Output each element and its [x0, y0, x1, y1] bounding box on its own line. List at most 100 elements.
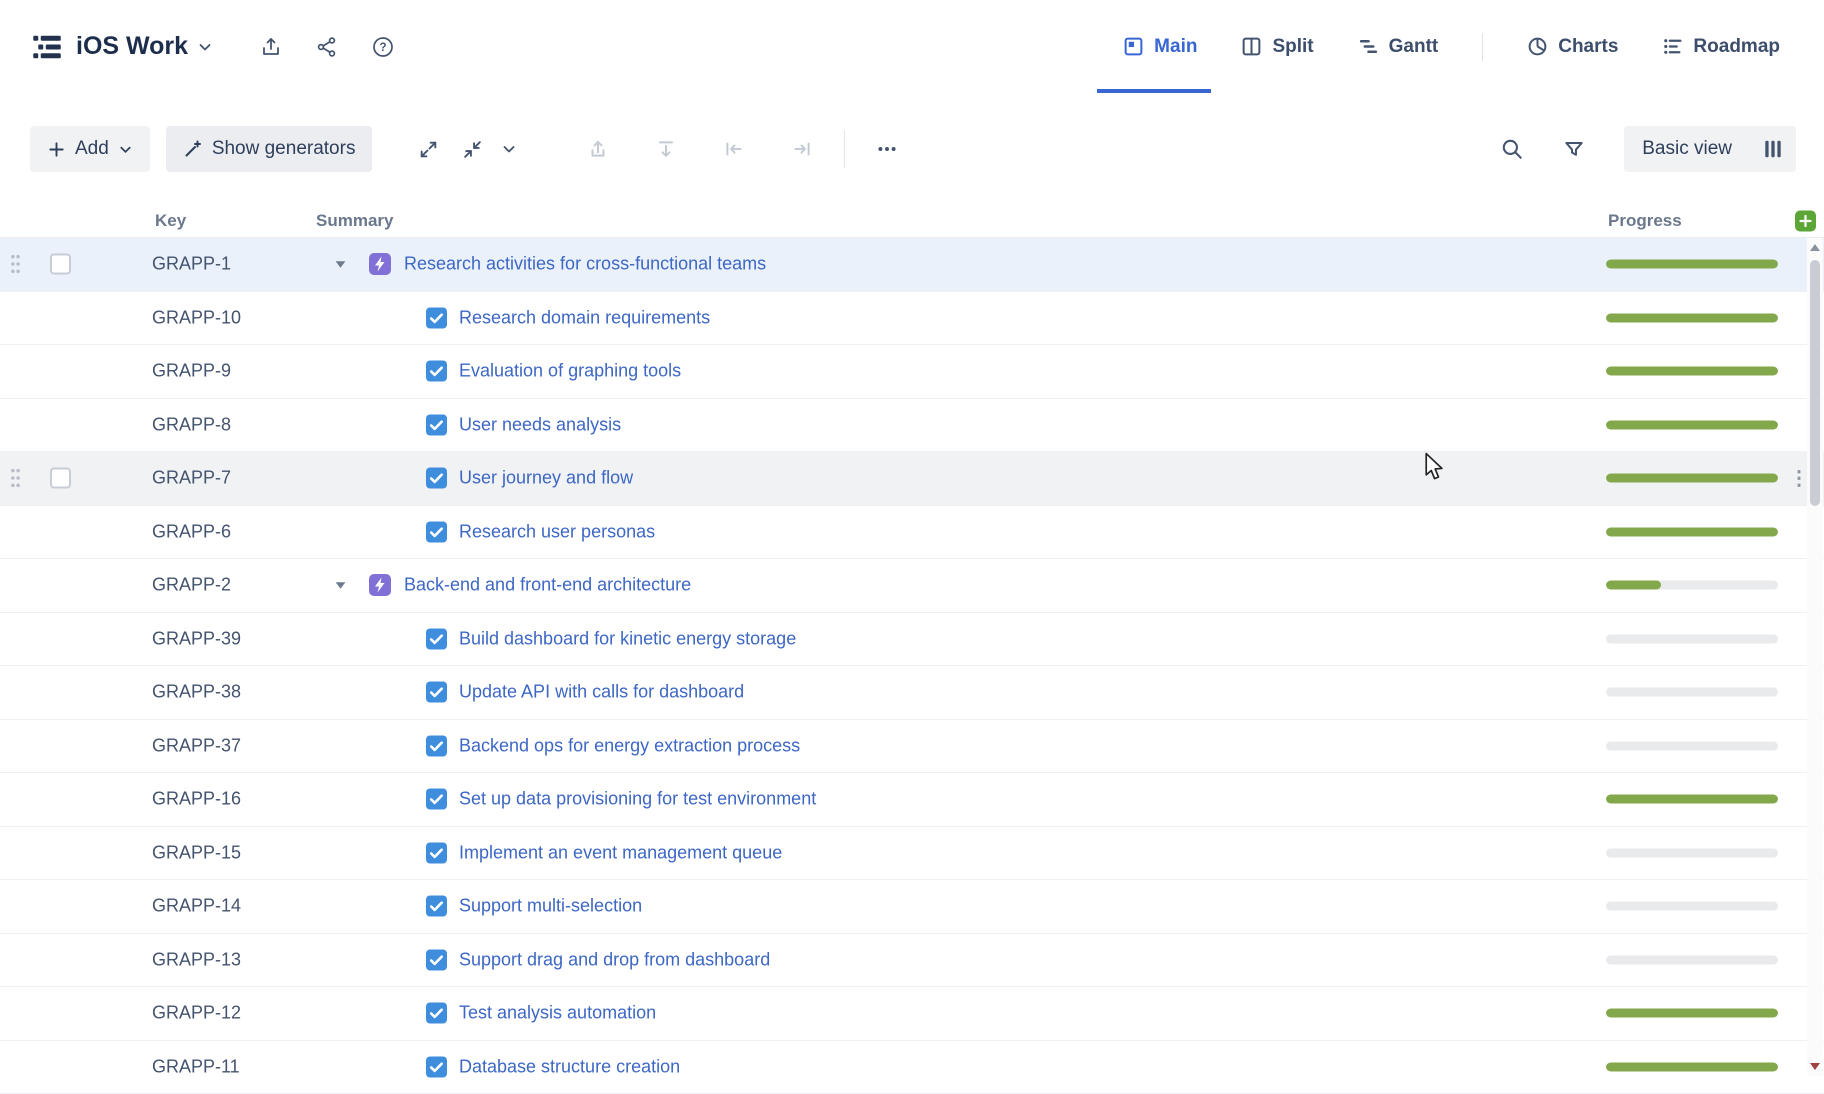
move-down-button[interactable] — [644, 127, 688, 171]
task-status-checkbox[interactable] — [426, 1003, 447, 1024]
issue-summary-link[interactable]: Back-end and front-end architecture — [404, 575, 691, 596]
issue-summary-link[interactable]: Implement an event management queue — [459, 842, 782, 863]
add-column-button[interactable] — [1795, 211, 1816, 232]
scroll-down-arrow-icon[interactable] — [1810, 1063, 1820, 1070]
issue-key[interactable]: GRAPP-6 — [152, 521, 231, 542]
help-button[interactable]: ? — [363, 27, 403, 67]
drag-handle-icon[interactable] — [9, 253, 22, 276]
issue-key[interactable]: GRAPP-16 — [152, 789, 241, 810]
task-status-checkbox[interactable] — [426, 414, 447, 435]
task-status-checkbox[interactable] — [426, 361, 447, 382]
tab-roadmap[interactable]: Roadmap — [1662, 0, 1780, 93]
issue-summary-link[interactable]: User journey and flow — [459, 468, 633, 489]
add-button[interactable]: Add — [30, 126, 150, 172]
row-options-icon[interactable]: ⋮ — [1789, 466, 1809, 491]
vertical-scrollbar[interactable] — [1807, 238, 1823, 1076]
tab-charts[interactable]: Charts — [1527, 0, 1618, 93]
table-row[interactable]: GRAPP-38 Update API with calls for dashbo… — [0, 666, 1824, 720]
table-row[interactable]: GRAPP-37 Backend ops for energy extractio… — [0, 720, 1824, 774]
issue-summary-link[interactable]: Research activities for cross-functional… — [404, 254, 766, 275]
issue-summary-link[interactable]: Test analysis automation — [459, 1003, 656, 1024]
table-row[interactable]: GRAPP-11 Database structure creation — [0, 1041, 1824, 1094]
column-header-key[interactable]: Key — [155, 211, 186, 231]
share-button[interactable] — [307, 27, 347, 67]
task-status-checkbox[interactable] — [426, 521, 447, 542]
issue-key[interactable]: GRAPP-37 — [152, 735, 241, 756]
show-generators-button[interactable]: Show generators — [166, 126, 373, 172]
task-status-checkbox[interactable] — [426, 735, 447, 756]
issue-summary-link[interactable]: User needs analysis — [459, 414, 621, 435]
table-row[interactable]: GRAPP-7 User journey and flow ⋮ — [0, 452, 1824, 506]
task-status-checkbox[interactable] — [426, 896, 447, 917]
drag-handle-icon[interactable] — [9, 467, 22, 490]
search-button[interactable] — [1490, 127, 1534, 171]
more-actions-button[interactable] — [865, 127, 909, 171]
scroll-up-arrow-icon[interactable] — [1810, 244, 1820, 251]
row-select-checkbox[interactable] — [50, 254, 71, 275]
issue-key[interactable]: GRAPP-10 — [152, 307, 241, 328]
issue-summary-link[interactable]: Support drag and drop from dashboard — [459, 949, 770, 970]
table-row[interactable]: GRAPP-39 Build dashboard for kinetic ener… — [0, 613, 1824, 667]
move-up-button[interactable] — [576, 127, 620, 171]
issue-summary-link[interactable]: Database structure creation — [459, 1056, 680, 1077]
issue-summary-link[interactable]: Backend ops for energy extraction proces… — [459, 735, 800, 756]
tab-main[interactable]: Main — [1123, 0, 1197, 93]
issue-key[interactable]: GRAPP-15 — [152, 842, 241, 863]
collapse-chevron-icon[interactable] — [334, 258, 347, 271]
row-select-checkbox[interactable] — [50, 468, 71, 489]
task-status-checkbox[interactable] — [426, 468, 447, 489]
basic-view-button[interactable]: Basic view — [1624, 126, 1750, 172]
expand-all-button[interactable] — [406, 127, 450, 171]
outdent-button[interactable] — [712, 127, 756, 171]
task-status-checkbox[interactable] — [426, 842, 447, 863]
task-status-checkbox[interactable] — [426, 307, 447, 328]
table-row[interactable]: GRAPP-8 User needs analysis — [0, 399, 1824, 453]
table-row[interactable]: GRAPP-1 Research activities for cross-fun… — [0, 238, 1824, 292]
issue-summary-link[interactable]: Evaluation of graphing tools — [459, 361, 681, 382]
issue-key[interactable]: GRAPP-39 — [152, 628, 241, 649]
table-row[interactable]: GRAPP-2 Back-end and front-end architectu… — [0, 559, 1824, 613]
table-row[interactable]: GRAPP-13 Support drag and drop from dashb… — [0, 934, 1824, 988]
issue-summary-link[interactable]: Support multi-selection — [459, 896, 642, 917]
table-row[interactable]: GRAPP-15 Implement an event management qu… — [0, 827, 1824, 881]
collapse-chevron-icon[interactable] — [334, 579, 347, 592]
issue-summary-link[interactable]: Build dashboard for kinetic energy stora… — [459, 628, 796, 649]
tab-gantt[interactable]: Gantt — [1358, 0, 1439, 93]
columns-button[interactable] — [1750, 126, 1796, 172]
table-row[interactable]: GRAPP-12Test analysis automation — [0, 987, 1824, 1041]
column-header-progress[interactable]: Progress — [1608, 211, 1682, 231]
table-row[interactable]: GRAPP-16 Set up data provisioning for tes… — [0, 773, 1824, 827]
issue-key[interactable]: GRAPP-8 — [152, 414, 231, 435]
issue-key[interactable]: GRAPP-7 — [152, 468, 231, 489]
issue-key[interactable]: GRAPP-11 — [152, 1056, 240, 1077]
issue-key[interactable]: GRAPP-1 — [152, 254, 231, 275]
board-title[interactable]: iOS Work — [76, 32, 188, 61]
table-row[interactable]: GRAPP-6 Research user personas — [0, 506, 1824, 560]
filter-button[interactable] — [1552, 127, 1596, 171]
task-status-checkbox[interactable] — [426, 628, 447, 649]
column-header-summary[interactable]: Summary — [316, 211, 393, 231]
tab-split[interactable]: Split — [1241, 0, 1313, 93]
task-status-checkbox[interactable] — [426, 1056, 447, 1077]
table-row[interactable]: GRAPP-10 Research domain requirements — [0, 292, 1824, 346]
issue-summary-link[interactable]: Research domain requirements — [459, 307, 710, 328]
issue-key[interactable]: GRAPP-38 — [152, 682, 241, 703]
issue-key[interactable]: GRAPP-2 — [152, 575, 231, 596]
issue-key[interactable]: GRAPP-9 — [152, 361, 231, 382]
issue-summary-link[interactable]: Research user personas — [459, 521, 655, 542]
issue-key[interactable]: GRAPP-14 — [152, 896, 241, 917]
table-row[interactable]: GRAPP-14 Support multi-selection — [0, 880, 1824, 934]
scrollbar-thumb[interactable] — [1810, 260, 1820, 506]
expand-level-chevron-button[interactable] — [494, 127, 524, 171]
issue-key[interactable]: GRAPP-13 — [152, 949, 241, 970]
collapse-all-button[interactable] — [450, 127, 494, 171]
table-row[interactable]: GRAPP-9 Evaluation of graphing tools — [0, 345, 1824, 399]
indent-button[interactable] — [780, 127, 824, 171]
issue-summary-link[interactable]: Set up data provisioning for test enviro… — [459, 789, 816, 810]
structure-logo-icon[interactable] — [32, 32, 62, 62]
task-status-checkbox[interactable] — [426, 682, 447, 703]
task-status-checkbox[interactable] — [426, 789, 447, 810]
chevron-down-icon[interactable] — [197, 39, 213, 55]
task-status-checkbox[interactable] — [426, 949, 447, 970]
issue-summary-link[interactable]: Update API with calls for dashboard — [459, 682, 744, 703]
